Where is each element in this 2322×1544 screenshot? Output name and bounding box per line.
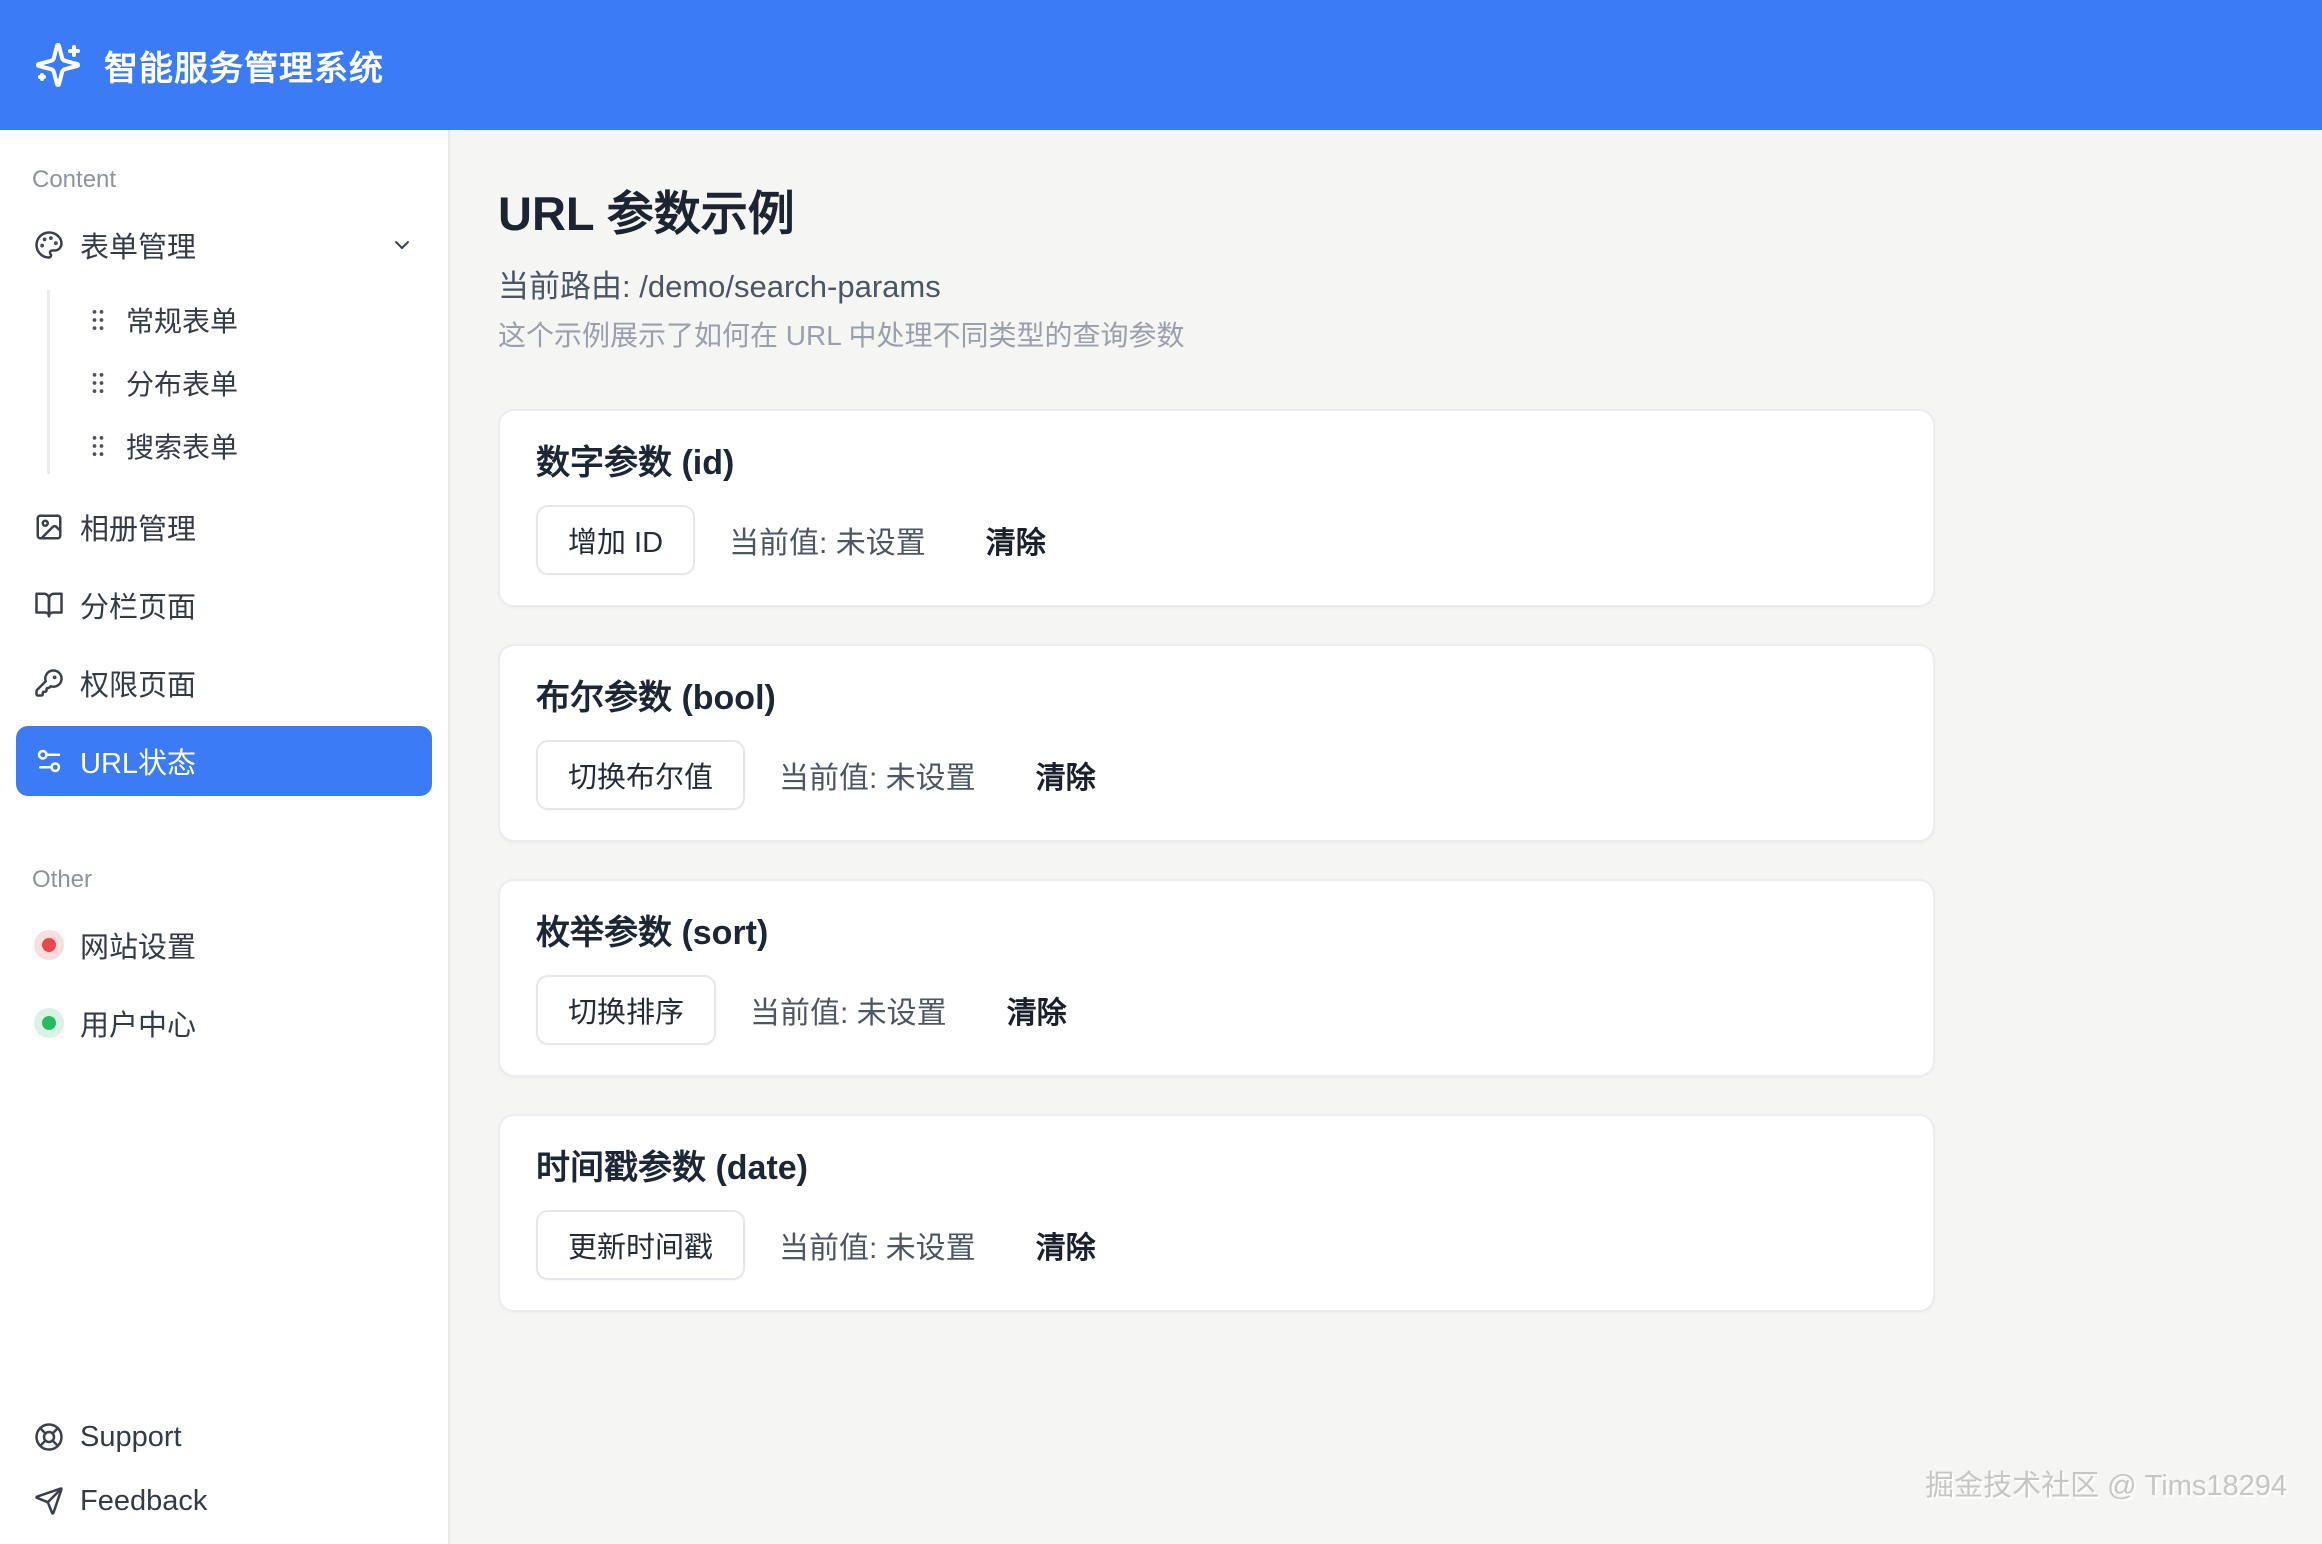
card-title: 枚举参数 (sort) [536,913,1897,953]
sidebar-subitem-search-form[interactable]: 搜索表单 [50,418,432,474]
clear-button[interactable]: 清除 [1007,988,1067,1032]
main-content: URL 参数示例 当前路由: /demo/search-params 这个示例展… [450,130,2322,1544]
current-value-text: 当前值: 未设置 [779,753,976,797]
param-card-boolean-param: 布尔参数 (bool) 切换布尔值 当前值: 未设置 清除 [498,644,1935,842]
card-title: 布尔参数 (bool) [536,678,1897,718]
param-card-enum-param: 枚举参数 (sort) 切换排序 当前值: 未设置 清除 [498,879,1935,1077]
key-icon [34,668,64,698]
image-icon [34,512,64,542]
sidebar-item-label: URL状态 [80,740,196,782]
sidebar-subitem-label: 常规表单 [126,300,238,340]
clear-button[interactable]: 清除 [1036,1223,1096,1267]
sidebar-subitem-label: 搜索表单 [126,426,238,466]
app-title: 智能服务管理系统 [104,41,384,90]
lifebuoy-icon [34,1422,64,1452]
sidebar-item-permission-page[interactable]: 权限页面 [16,648,432,718]
send-icon [34,1486,64,1516]
grip-icon [84,432,112,460]
page-description: 这个示例展示了如何在 URL 中处理不同类型的查询参数 [498,319,2322,353]
red-dot-icon [34,930,64,960]
card-title: 时间戳参数 (date) [536,1148,1897,1188]
sidebar-item-label: 相册管理 [80,506,196,548]
grip-icon [84,369,112,397]
book-open-icon [34,590,64,620]
current-route-text: 当前路由: /demo/search-params [498,268,2322,305]
sidebar-item-label: Feedback [80,1485,207,1518]
sidebar-item-column-page[interactable]: 分栏页面 [16,570,432,640]
sliders-icon [34,746,64,776]
sidebar-item-support[interactable]: Support [16,1408,430,1466]
chevron-down-icon[interactable] [390,233,414,257]
param-cards: 数字参数 (id) 增加 ID 当前值: 未设置 清除 布尔参数 (bool) … [498,409,1935,1312]
green-dot-icon [34,1008,64,1038]
current-value-text: 当前值: 未设置 [729,518,926,562]
card-row: 更新时间戳 当前值: 未设置 清除 [536,1210,1897,1280]
app-header: 智能服务管理系统 [0,0,2322,130]
sidebar-item-label: 网站设置 [80,924,196,966]
grip-icon [84,306,112,334]
sidebar-item-album-management[interactable]: 相册管理 [16,492,432,562]
sidebar-subnav: 常规表单分布表单搜索表单 [47,290,432,474]
param-action-button[interactable]: 更新时间戳 [536,1210,745,1280]
clear-button[interactable]: 清除 [1036,753,1096,797]
param-card-timestamp-param: 时间戳参数 (date) 更新时间戳 当前值: 未设置 清除 [498,1114,1935,1312]
sidebar-item-form-management[interactable]: 表单管理 [16,210,432,280]
sidebar-item-label: 表单管理 [80,224,196,266]
sidebar-item-user-center[interactable]: 用户中心 [16,988,432,1058]
sidebar-item-feedback[interactable]: Feedback [16,1472,430,1530]
watermark: 掘金技术社区 @ Tims18294 [1925,1462,2287,1504]
sidebar-section-label: Content [16,166,432,194]
sidebar-item-label: 分栏页面 [80,584,196,626]
sidebar-section: Content 表单管理常规表单分布表单搜索表单相册管理分栏页面权限页面 URL状态 [16,166,432,796]
sidebar-section: Other 网站设置用户中心 [16,866,432,1058]
sparkles-icon [34,41,82,89]
param-action-button[interactable]: 切换布尔值 [536,740,745,810]
sidebar: Content 表单管理常规表单分布表单搜索表单相册管理分栏页面权限页面 URL状态… [0,130,450,1544]
param-card-number-param: 数字参数 (id) 增加 ID 当前值: 未设置 清除 [498,409,1935,607]
sidebar-item-site-settings[interactable]: 网站设置 [16,910,432,980]
current-value-text: 当前值: 未设置 [750,988,947,1032]
current-value-text: 当前值: 未设置 [779,1223,976,1267]
sidebar-subitem-distribution-form[interactable]: 分布表单 [50,355,432,411]
param-action-button[interactable]: 增加 ID [536,505,695,575]
sidebar-item-label: 权限页面 [80,662,196,704]
param-action-button[interactable]: 切换排序 [536,975,716,1045]
sidebar-item-url-state[interactable]: URL状态 [16,726,432,796]
sidebar-footer: Support Feedback [16,1408,430,1530]
card-title: 数字参数 (id) [536,443,1897,483]
card-row: 切换布尔值 当前值: 未设置 清除 [536,740,1897,810]
sidebar-subitem-label: 分布表单 [126,363,238,403]
sidebar-subitem-regular-form[interactable]: 常规表单 [50,292,432,348]
card-row: 增加 ID 当前值: 未设置 清除 [536,505,1897,575]
page-title: URL 参数示例 [498,186,2322,242]
sidebar-item-label: 用户中心 [80,1002,196,1044]
sidebar-item-label: Support [80,1421,182,1454]
card-row: 切换排序 当前值: 未设置 清除 [536,975,1897,1045]
palette-icon [34,230,64,260]
sidebar-section-label: Other [16,866,432,894]
clear-button[interactable]: 清除 [986,518,1046,562]
